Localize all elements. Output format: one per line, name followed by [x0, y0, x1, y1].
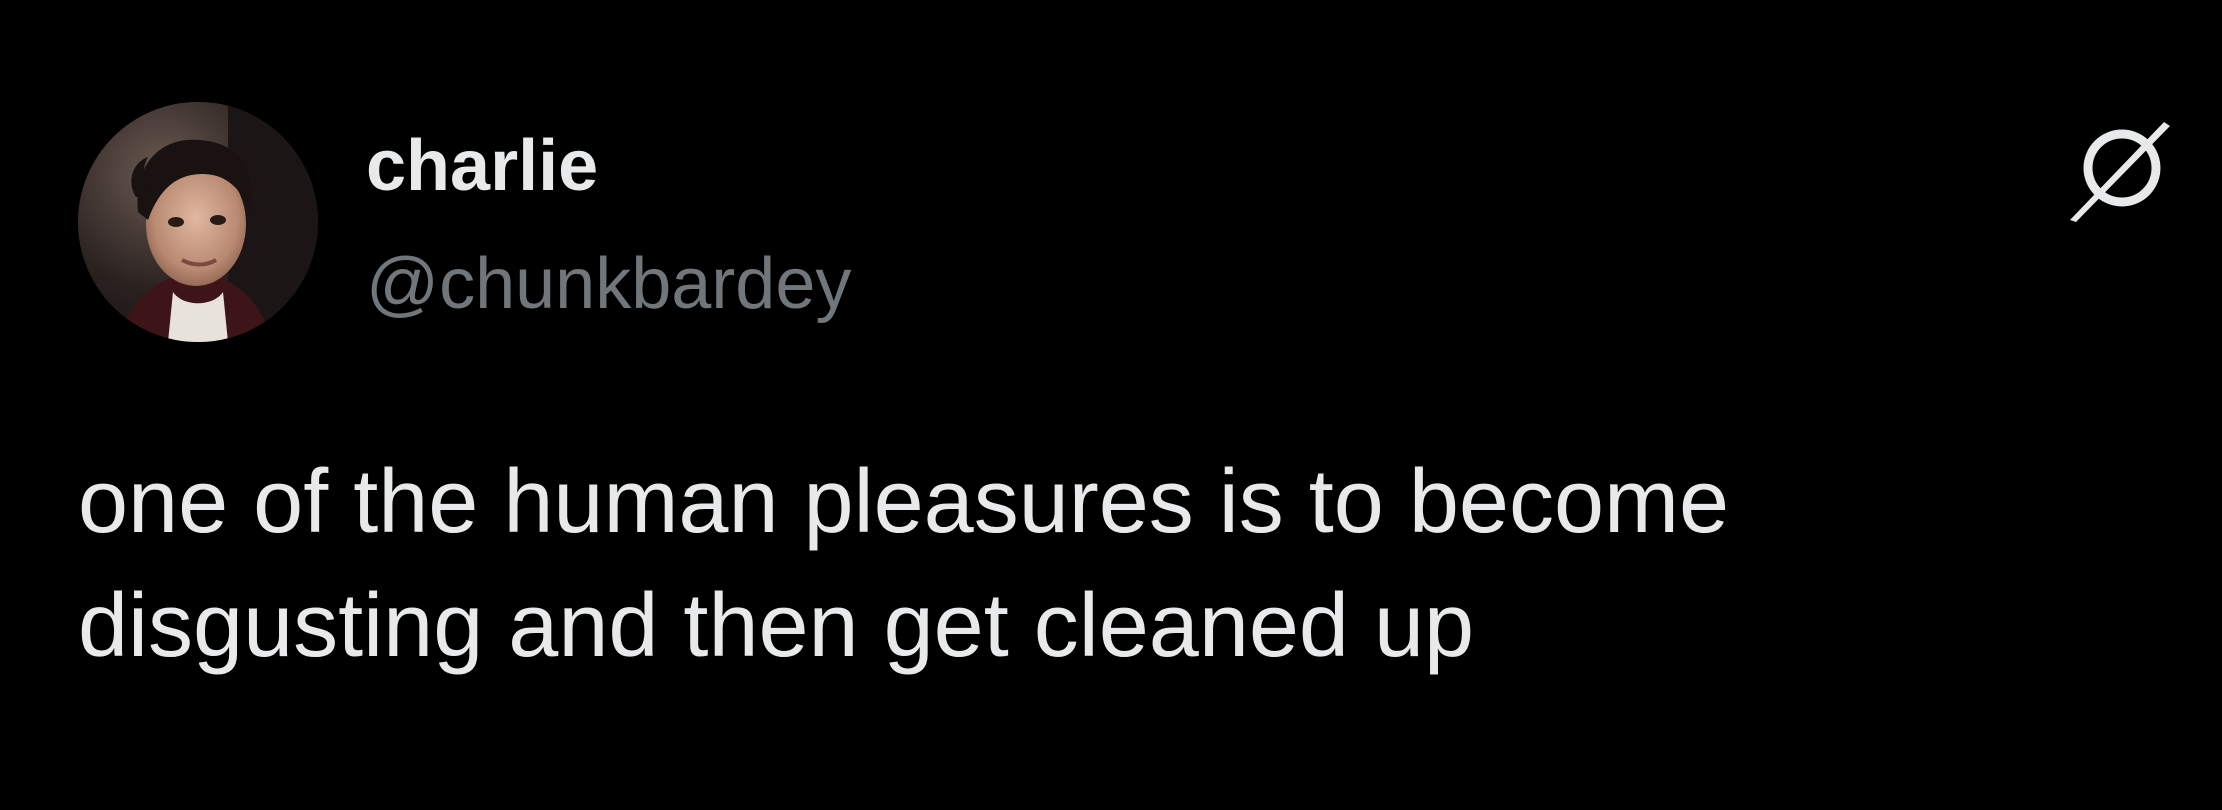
- tweet-text: one of the human pleasures is to become …: [78, 440, 2128, 688]
- slashed-circle-logo-icon: [2066, 118, 2172, 224]
- author-display-name[interactable]: charlie: [366, 118, 598, 214]
- tweet-card: charlie @chunkbardey one of the human pl…: [0, 0, 2222, 810]
- tweet-text-line: disgusting and then get cleaned up: [78, 576, 1475, 676]
- author-handle[interactable]: @chunkbardey: [366, 236, 851, 332]
- avatar-photo: [78, 102, 318, 342]
- tweet-text-line: one of the human pleasures is to become: [78, 452, 1730, 552]
- avatar[interactable]: [78, 102, 318, 342]
